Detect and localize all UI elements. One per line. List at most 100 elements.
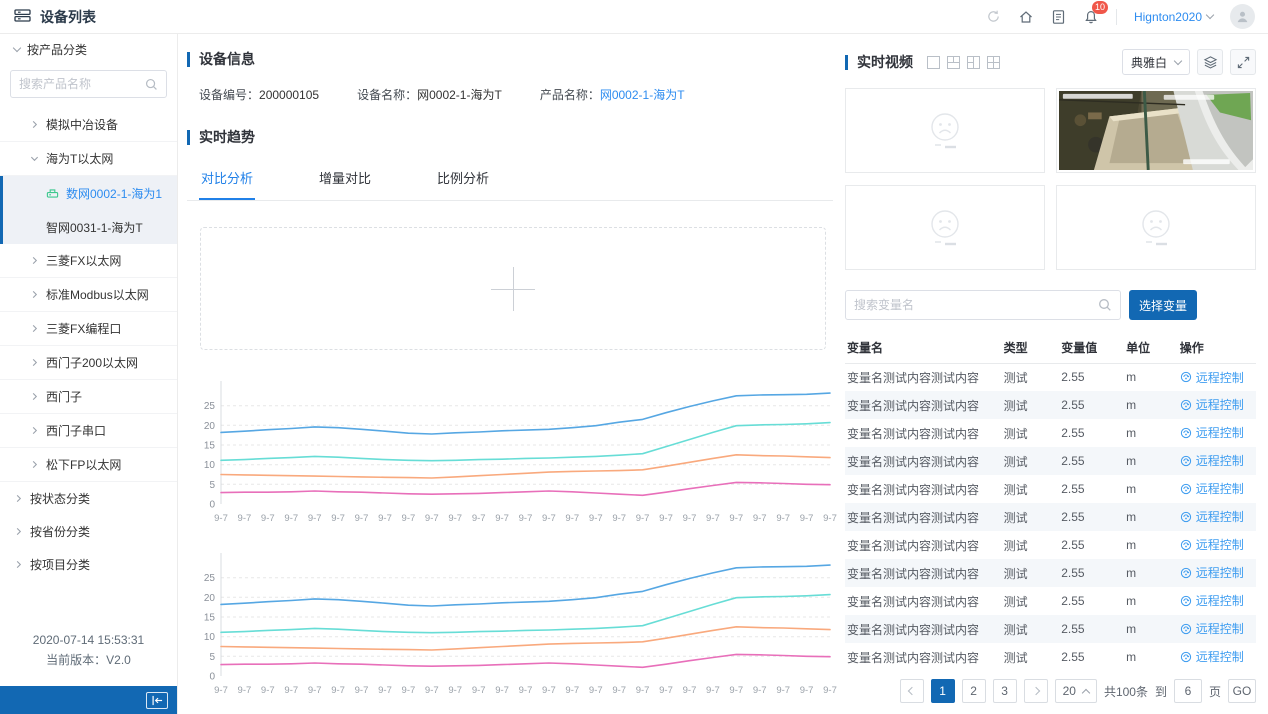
device-info-fields: 设备编号：200000105设备名称：网0002-1-海为T产品名称：网0002… xyxy=(199,86,833,103)
remote-control-link[interactable]: 远程控制 xyxy=(1180,564,1244,581)
variable-search-input[interactable] xyxy=(854,298,1098,312)
video-slot-3-empty[interactable] xyxy=(845,185,1045,270)
sidebar-group-2[interactable]: 按项目分类 xyxy=(0,548,177,581)
sidebar-item-6[interactable]: 三菱FX编程口 xyxy=(0,312,177,346)
select-variable-button[interactable]: 选择变量 xyxy=(1129,290,1197,320)
video-slot-4-empty[interactable] xyxy=(1056,185,1256,270)
next-page-button[interactable] xyxy=(1024,679,1048,703)
refresh-icon[interactable] xyxy=(986,9,1001,24)
remote-control-link[interactable]: 远程控制 xyxy=(1180,648,1244,665)
remote-control-link[interactable]: 远程控制 xyxy=(1180,620,1244,637)
field-value: 网0002-1-海为T xyxy=(417,88,502,102)
cell-unit: m xyxy=(1124,615,1178,643)
remote-control-icon xyxy=(1180,623,1192,635)
page-title: 设备列表 xyxy=(40,7,96,27)
device-list-icon xyxy=(14,8,31,26)
chevron-down-icon xyxy=(13,43,21,51)
video-variables-panel: 实时视频 典雅白 xyxy=(845,34,1268,714)
layout-two-split-icon[interactable] xyxy=(947,56,960,69)
sidebar-item-label: 数网0002-1-海为1 xyxy=(66,185,162,202)
remote-control-label: 远程控制 xyxy=(1196,592,1244,609)
remote-control-label: 远程控制 xyxy=(1196,452,1244,469)
search-icon[interactable] xyxy=(1098,298,1112,312)
tab-0[interactable]: 对比分析 xyxy=(199,157,255,200)
page-button-2[interactable]: 2 xyxy=(962,679,986,703)
svg-text:9-7: 9-7 xyxy=(542,513,556,524)
product-search-input[interactable] xyxy=(19,77,145,91)
field-label: 产品名称： xyxy=(540,88,600,102)
fullscreen-icon[interactable] xyxy=(1230,49,1256,75)
svg-text:10: 10 xyxy=(204,460,216,471)
page-button-3[interactable]: 3 xyxy=(993,679,1017,703)
svg-text:15: 15 xyxy=(204,613,216,624)
svg-text:9-7: 9-7 xyxy=(706,513,720,524)
section-bar xyxy=(187,130,190,145)
sidebar-item-label: 标准Modbus以太网 xyxy=(46,286,149,303)
video-header-actions: 典雅白 xyxy=(1122,49,1256,75)
video-slot-1-empty[interactable] xyxy=(845,88,1045,173)
sidebar-item-10[interactable]: 松下FP以太网 xyxy=(0,448,177,482)
collapse-sidebar-icon[interactable] xyxy=(146,692,168,709)
layout-three-split-icon[interactable] xyxy=(967,56,980,69)
sidebar-item-5[interactable]: 标准Modbus以太网 xyxy=(0,278,177,312)
svg-text:9-7: 9-7 xyxy=(823,685,837,696)
tab-1[interactable]: 增量对比 xyxy=(317,157,373,200)
sidebar-item-by-product[interactable]: 按产品分类 xyxy=(0,34,177,64)
remote-control-link[interactable]: 远程控制 xyxy=(1180,424,1244,441)
layout-grid-icon[interactable] xyxy=(987,56,1000,69)
cell-value: 2.55 xyxy=(1059,615,1124,643)
field-value[interactable]: 网0002-1-海为T xyxy=(600,88,685,102)
svg-text:9-7: 9-7 xyxy=(331,513,345,524)
cell-unit: m xyxy=(1124,587,1178,615)
device-detail-panel: 设备信息 设备编号：200000105设备名称：网0002-1-海为T产品名称：… xyxy=(179,34,839,714)
remote-control-link[interactable]: 远程控制 xyxy=(1180,396,1244,413)
theme-select[interactable]: 典雅白 xyxy=(1122,49,1190,75)
sidebar-group-1[interactable]: 按省份分类 xyxy=(0,515,177,548)
cell-value: 2.55 xyxy=(1059,559,1124,587)
remote-control-link[interactable]: 远程控制 xyxy=(1180,369,1244,386)
home-icon[interactable] xyxy=(1018,9,1034,25)
sidebar-item-1[interactable]: 海为T以太网 xyxy=(0,142,177,176)
page-button-1[interactable]: 1 xyxy=(931,679,955,703)
svg-text:9-7: 9-7 xyxy=(706,685,720,696)
sidebar-tree: 模拟中冶设备海为T以太网数网0002-1-海为1智网0031-1-海为T三菱FX… xyxy=(0,108,177,482)
svg-text:9-7: 9-7 xyxy=(519,685,533,696)
svg-text:0: 0 xyxy=(209,500,215,511)
layers-icon[interactable] xyxy=(1197,49,1223,75)
remote-control-link[interactable]: 远程控制 xyxy=(1180,536,1244,553)
field-label: 设备编号： xyxy=(199,88,259,102)
tab-2[interactable]: 比例分析 xyxy=(435,157,491,200)
user-menu[interactable]: Hignton2020 xyxy=(1134,10,1213,24)
sidebar-item-8[interactable]: 西门子 xyxy=(0,380,177,414)
remote-control-link[interactable]: 远程控制 xyxy=(1180,452,1244,469)
avatar[interactable] xyxy=(1230,4,1255,29)
sidebar-item-4[interactable]: 三菱FX以太网 xyxy=(0,244,177,278)
remote-control-link[interactable]: 远程控制 xyxy=(1180,508,1244,525)
page-size-select[interactable]: 20 xyxy=(1055,679,1097,703)
svg-text:9-7: 9-7 xyxy=(425,513,439,524)
remote-control-link[interactable]: 远程控制 xyxy=(1180,592,1244,609)
svg-text:9-7: 9-7 xyxy=(776,685,790,696)
add-variable-dropzone[interactable] xyxy=(200,227,826,350)
svg-text:9-7: 9-7 xyxy=(659,513,673,524)
topbar-left: 设备列表 xyxy=(0,7,178,27)
sidebar-item-2-selected[interactable]: 数网0002-1-海为1 xyxy=(0,176,177,210)
sidebar-group-0[interactable]: 按状态分类 xyxy=(0,482,177,515)
video-slot-2-live-feed[interactable] xyxy=(1056,88,1256,173)
prev-page-button[interactable] xyxy=(900,679,924,703)
svg-text:9-7: 9-7 xyxy=(519,513,533,524)
page-jump-input[interactable] xyxy=(1174,679,1202,703)
username: Hignton2020 xyxy=(1134,10,1202,24)
sidebar-item-7[interactable]: 西门子200以太网 xyxy=(0,346,177,380)
document-icon[interactable] xyxy=(1051,9,1066,25)
cell-name: 变量名测试内容测试内容 xyxy=(845,531,1002,559)
sidebar-item-9[interactable]: 西门子串口 xyxy=(0,414,177,448)
device-info-field-0: 设备编号：200000105 xyxy=(199,86,319,103)
layout-single-icon[interactable] xyxy=(927,56,940,69)
sidebar-item-0[interactable]: 模拟中冶设备 xyxy=(0,108,177,142)
go-button[interactable]: GO xyxy=(1228,679,1256,703)
notifications-bell-icon[interactable]: 10 xyxy=(1083,9,1099,25)
remote-control-link[interactable]: 远程控制 xyxy=(1180,480,1244,497)
sidebar-item-3[interactable]: 智网0031-1-海为T xyxy=(0,210,177,244)
search-icon[interactable] xyxy=(145,78,158,91)
